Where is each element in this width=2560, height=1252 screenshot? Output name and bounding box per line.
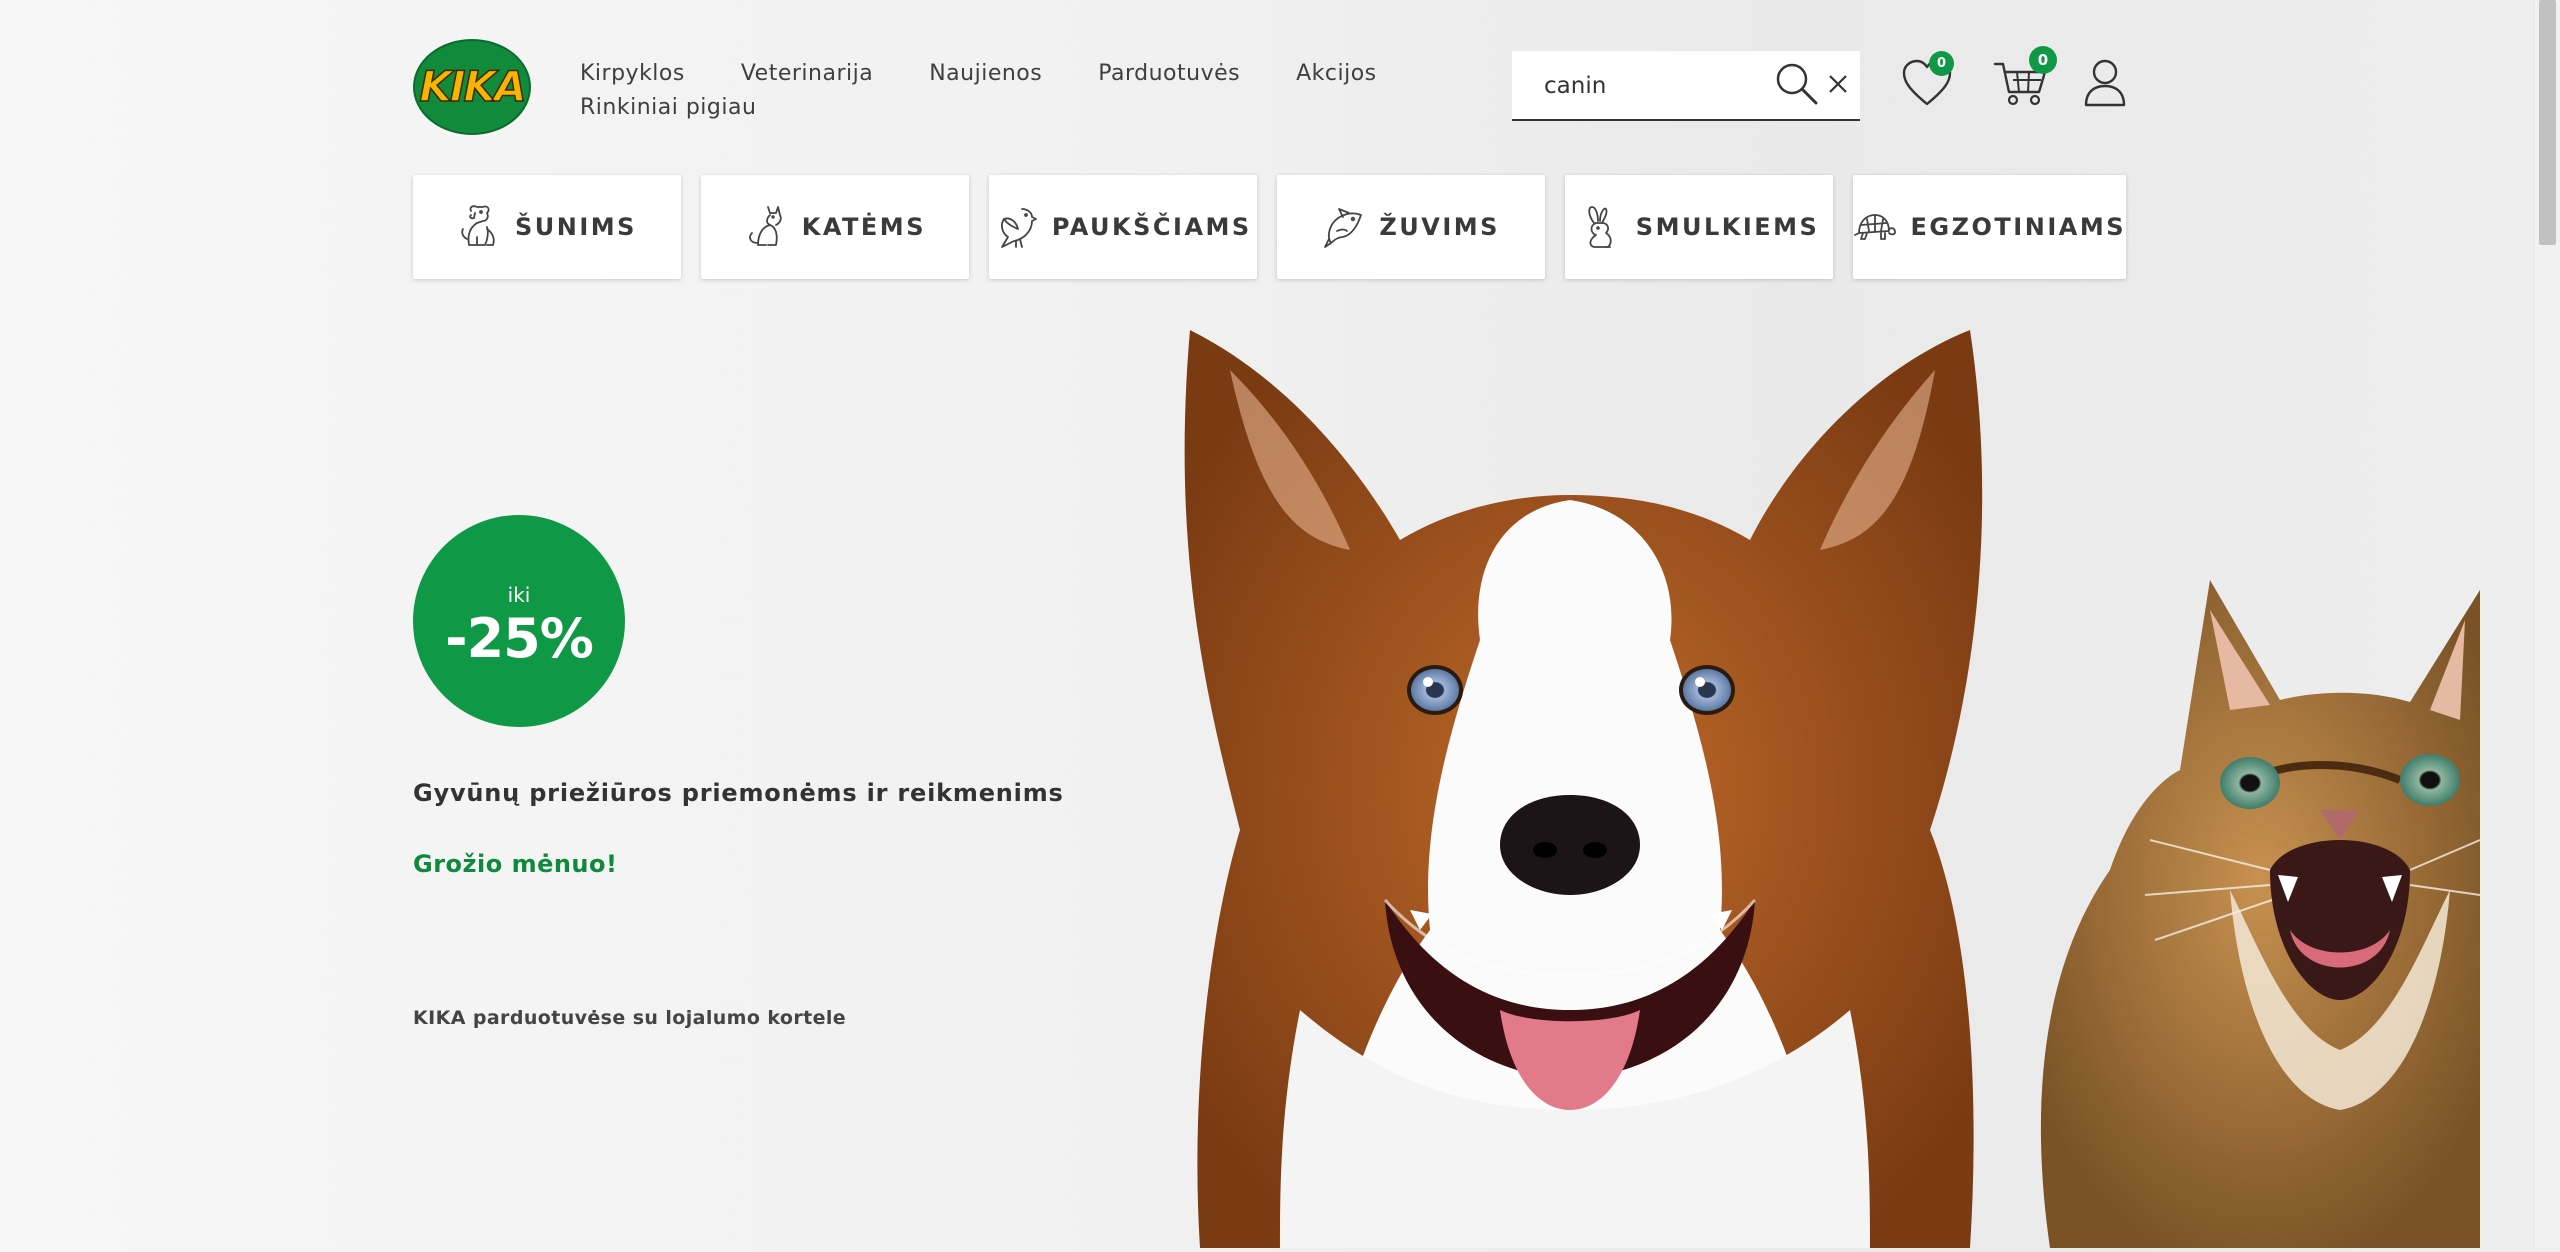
nav-link-veterinarija[interactable]: Veterinarija [741, 61, 873, 86]
fish-icon [1321, 203, 1365, 251]
category-card-egzotiniams[interactable]: EGZOTINIAMS [1852, 175, 2126, 279]
category-label: ŠUNIMS [514, 213, 637, 241]
category-label: PAUKŠČIAMS [1051, 213, 1252, 241]
nav-link-naujienos[interactable]: Naujienos [929, 61, 1042, 86]
discount-prefix: iki [507, 583, 531, 607]
main-nav: Kirpyklos Veterinarija Naujienos Parduot… [580, 56, 1440, 124]
kika-logo[interactable]: KIKA [411, 38, 533, 136]
cat-figure [2040, 580, 2481, 1248]
turtle-icon [1853, 203, 1897, 251]
category-bar: ŠUNIMS KATĖMS PAUKŠČIAMS ŽUVIMS SMULKIEM… [413, 175, 2126, 279]
category-card-katems[interactable]: KATĖMS [700, 175, 969, 279]
user-icon[interactable] [2083, 58, 2127, 108]
dog-figure [1184, 330, 1983, 1248]
hero-link[interactable]: Grožio mėnuo! [413, 850, 617, 878]
cart-count-badge: 0 [2029, 46, 2057, 74]
bird-icon [994, 203, 1038, 251]
search-icon[interactable] [1774, 61, 1820, 107]
search-input[interactable] [1542, 63, 1766, 109]
wishlist-count-badge: 0 [1929, 51, 1954, 76]
nav-link-kirpyklos[interactable]: Kirpyklos [580, 61, 685, 86]
hero-title: Gyvūnų priežiūros priemonėms ir reikmeni… [413, 779, 1064, 807]
nav-link-parduotuves[interactable]: Parduotuvės [1098, 61, 1240, 86]
discount-badge: iki -25% [413, 515, 625, 727]
search-box [1512, 51, 1860, 121]
category-card-smulkiems[interactable]: SMULKIEMS [1564, 175, 1833, 279]
nav-link-rinkiniai-pigiau[interactable]: Rinkiniai pigiau [580, 95, 756, 120]
hero-image-dog-and-cat[interactable] [1170, 310, 2490, 1248]
category-label: SMULKIEMS [1635, 213, 1820, 241]
hero-note: KIKA parduotuvėse su lojalumo kortele [413, 1007, 847, 1029]
scrollbar-thumb[interactable] [2539, 0, 2556, 245]
dog-icon [457, 203, 501, 251]
category-card-zuvims[interactable]: ŽUVIMS [1276, 175, 1545, 279]
category-label: ŽUVIMS [1379, 213, 1500, 241]
cat-icon [744, 203, 788, 251]
scrollbar[interactable] [2533, 0, 2560, 1248]
category-label: EGZOTINIAMS [1910, 213, 2126, 241]
close-icon[interactable] [1823, 69, 1853, 99]
nav-link-akcijos[interactable]: Akcijos [1296, 61, 1377, 86]
discount-value: -25% [445, 607, 594, 670]
category-card-sunims[interactable]: ŠUNIMS [413, 175, 681, 279]
rabbit-icon [1578, 203, 1622, 251]
category-label: KATĖMS [801, 213, 926, 241]
category-card-pauksciams[interactable]: PAUKŠČIAMS [988, 175, 1257, 279]
logo-text: KIKA [419, 62, 524, 111]
